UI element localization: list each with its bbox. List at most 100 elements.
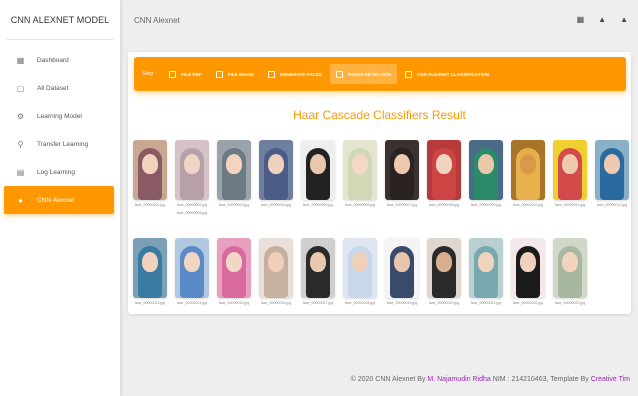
step-file-pdf[interactable]: FILE PDF: [163, 64, 207, 84]
sidebar-item-label: CNN Alexnet: [37, 196, 75, 204]
face-image[interactable]: [511, 238, 545, 298]
sidebar-item-transfer-learning[interactable]: ⚲ Transfer Learning: [4, 130, 114, 158]
face-thumbnail[interactable]: face_00000004.jpg: [259, 140, 293, 208]
face-image-face: [394, 252, 410, 272]
face-caption-secondary: face_00000003.jpg: [176, 211, 208, 215]
template-link[interactable]: Creative Tim: [591, 376, 630, 383]
face-thumbnail[interactable]: face_00000018.jpg: [343, 238, 377, 306]
face-thumbnail[interactable]: face_00000015.jpg: [217, 238, 251, 306]
face-image-face: [226, 154, 242, 174]
sidebar-item-dashboard[interactable]: ▦ Dashboard: [4, 46, 114, 74]
location-pin-icon: ⚲: [17, 139, 24, 149]
face-thumbnail[interactable]: face_00000013.jpg: [133, 238, 167, 306]
face-image-face: [604, 154, 620, 174]
step-text: FACES DETECTION: [347, 71, 391, 77]
face-image-face: [268, 252, 284, 272]
face-thumbnail[interactable]: face_00000008.jpg: [427, 140, 461, 208]
face-thumbnail[interactable]: face_00000021.jpg: [469, 238, 503, 306]
face-image[interactable]: [133, 140, 167, 200]
face-thumbnail[interactable]: face_00000002.jpg face_00000003.jpg: [175, 140, 209, 216]
face-image-face: [562, 154, 578, 174]
face-caption: face_00000001.jpg: [134, 203, 166, 207]
step-text: FILE PDF: [181, 71, 202, 77]
face-image[interactable]: [259, 140, 293, 200]
user-icon[interactable]: ▲: [620, 15, 628, 24]
sidebar-item-log-learning[interactable]: ▤ Log Learning: [4, 158, 114, 186]
step-cnn-classification[interactable]: CNN ALEXNET CLASSIFICATION: [399, 64, 495, 84]
face-thumbnail[interactable]: face_00000010.jpg: [511, 140, 545, 208]
face-thumbnail[interactable]: face_00000007.jpg: [385, 140, 419, 208]
face-thumbnail[interactable]: face_00000005.jpg: [301, 140, 335, 208]
face-caption: face_00000022.jpg: [512, 301, 544, 305]
face-image[interactable]: [259, 238, 293, 298]
face-image[interactable]: [595, 140, 629, 200]
face-image-face: [436, 154, 452, 174]
face-thumbnail[interactable]: face_00000023.jpg: [553, 238, 587, 306]
sidebar-item-label: Log Learning: [37, 168, 75, 176]
page-title: CNN Alexnet: [134, 15, 180, 25]
face-caption: face_00000016.jpg: [260, 301, 292, 305]
face-image[interactable]: [301, 238, 335, 298]
sidebar-item-learning-model[interactable]: ⚙ Learning Model: [4, 102, 114, 130]
face-caption: face_00000019.jpg: [386, 301, 418, 305]
document-icon: ▢: [16, 83, 25, 93]
face-caption: face_00000002.jpg: [176, 203, 208, 207]
step-generate-faces[interactable]: GENERATE FACES: [262, 64, 328, 84]
face-image[interactable]: [469, 140, 503, 200]
face-image[interactable]: [343, 238, 377, 298]
face-image[interactable]: [385, 238, 419, 298]
face-image[interactable]: [133, 238, 167, 298]
step-bar: Step FILE PDF FILE IMAGE GENERATE FACES …: [134, 57, 626, 91]
face-thumbnail[interactable]: face_00000014.jpg: [175, 238, 209, 306]
face-thumbnail[interactable]: face_00000011.jpg: [553, 140, 587, 208]
face-thumbnail[interactable]: face_00000020.jpg: [427, 238, 461, 306]
face-thumbnail[interactable]: face_00000006.jpg: [343, 140, 377, 208]
face-thumbnail[interactable]: face_00000001.jpg: [133, 140, 167, 208]
face-image[interactable]: [469, 238, 503, 298]
face-image[interactable]: [217, 140, 251, 200]
face-image[interactable]: [217, 238, 251, 298]
footer: © 2020 CNN Alexnet By M. Najamudin Ridha…: [351, 376, 630, 383]
face-image[interactable]: [385, 140, 419, 200]
face-image-face: [310, 252, 326, 272]
classification-icon: [404, 70, 412, 78]
face-caption: face_00000012.jpg: [596, 203, 628, 207]
face-image[interactable]: [511, 140, 545, 200]
face-image-face: [184, 252, 200, 272]
face-image[interactable]: [301, 140, 335, 200]
face-image[interactable]: [427, 238, 461, 298]
face-thumbnail[interactable]: face_00000012.jpg: [595, 140, 629, 208]
face-image-face: [520, 252, 536, 272]
face-image-face: [226, 252, 242, 272]
face-image-face: [310, 154, 326, 174]
brand-title[interactable]: CNN ALEXNET MODEL: [6, 0, 114, 40]
step-file-image[interactable]: FILE IMAGE: [210, 64, 260, 84]
face-thumbnail[interactable]: face_00000017.jpg: [301, 238, 335, 306]
step-text: FILE IMAGE: [227, 71, 255, 77]
person-icon: ●: [18, 195, 23, 205]
face-image[interactable]: [553, 140, 587, 200]
face-image[interactable]: [553, 238, 587, 298]
step-faces-detection[interactable]: FACES DETECTION: [329, 64, 397, 84]
face-caption: face_00000007.jpg: [386, 203, 418, 207]
face-thumbnail[interactable]: face_00000003.jpg: [217, 140, 251, 208]
apps-icon[interactable]: ▦: [577, 15, 585, 24]
detection-icon: [335, 70, 343, 78]
author-link[interactable]: M. Najamudin Ridha: [427, 376, 490, 383]
face-image[interactable]: [175, 238, 209, 298]
face-image[interactable]: [427, 140, 461, 200]
face-image-face: [142, 252, 158, 272]
face-thumbnail[interactable]: face_00000016.jpg: [259, 238, 293, 306]
top-navbar: CNN Alexnet ▦ ▲ ▲: [120, 0, 638, 40]
sidebar-item-cnn-alexnet[interactable]: ● CNN Alexnet: [4, 186, 114, 214]
face-image[interactable]: [343, 140, 377, 200]
face-caption: face_00000010.jpg: [512, 203, 544, 207]
face-thumbnail[interactable]: face_00000022.jpg: [511, 238, 545, 306]
sidebar-item-all-dataset[interactable]: ▢ All Dataset: [4, 74, 114, 102]
dashboard-icon: ▦: [16, 55, 25, 65]
footer-copyright: © 2020 CNN Alexnet By: [350, 376, 428, 383]
notifications-icon[interactable]: ▲: [598, 15, 606, 24]
face-thumbnail[interactable]: face_00000019.jpg: [385, 238, 419, 306]
face-thumbnail[interactable]: face_00000009.jpg: [469, 140, 503, 208]
face-image[interactable]: [175, 140, 209, 200]
